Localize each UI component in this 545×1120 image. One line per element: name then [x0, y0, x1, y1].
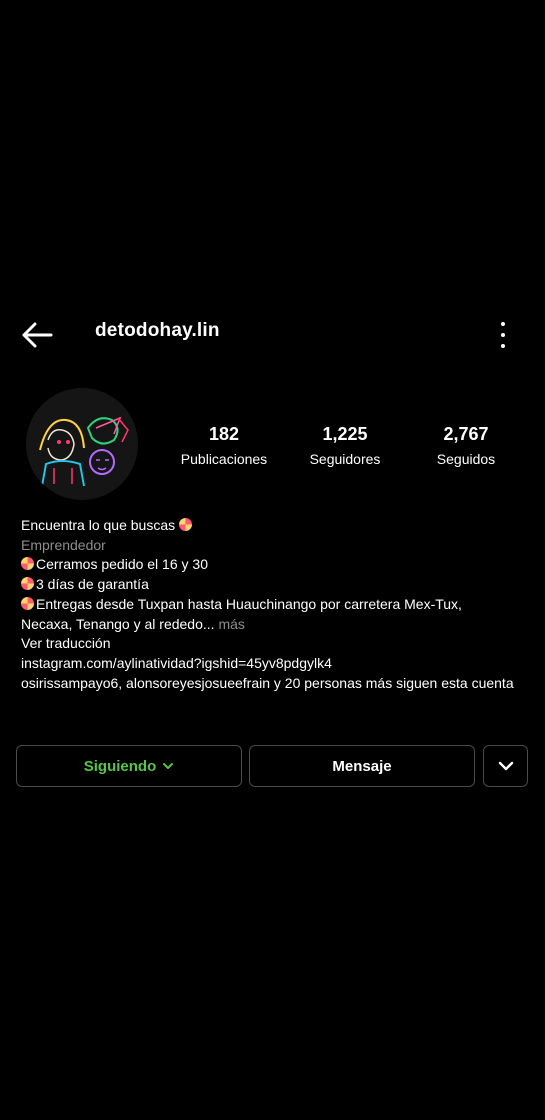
bio-line-2-text: 3 días de garantía	[36, 576, 149, 593]
bio-line-4: Necaxa, Tenango y al rededo... más	[21, 615, 531, 635]
profile-bio: Encuentra lo que buscas Emprendedor Cerr…	[21, 516, 531, 693]
profile-header: detodohay.lin	[0, 312, 545, 356]
bio-name-text: Encuentra lo que buscas	[21, 517, 176, 533]
bio-line-3: Entregas desde Tuxpan hasta Huauchinango…	[21, 595, 531, 615]
following-button-label: Siguiendo	[83, 757, 157, 775]
bio-line-2: 3 días de garantía	[21, 575, 531, 595]
profile-stats: 182 Publicaciones 1,225 Seguidores 2,767…	[160, 424, 540, 474]
back-arrow-icon[interactable]	[20, 320, 54, 350]
stat-posts-count: 182	[208, 424, 240, 444]
lollipop-icon	[21, 596, 34, 610]
stat-following-count: 2,767	[443, 424, 489, 444]
bio-line-3-text: Entregas desde Tuxpan hasta Huauchinango…	[36, 595, 462, 612]
profile-avatar[interactable]	[26, 388, 138, 500]
lollipop-icon	[21, 557, 34, 571]
following-button[interactable]: Siguiendo	[16, 745, 242, 787]
stat-followers[interactable]: 1,225 Seguidores	[282, 424, 408, 467]
bio-more-link[interactable]: más	[218, 616, 244, 632]
chevron-down-icon	[163, 763, 174, 769]
stat-posts[interactable]: 182 Publicaciones	[160, 424, 288, 467]
lollipop-icon	[21, 577, 34, 591]
stat-following-label: Seguidos	[436, 451, 496, 467]
stat-following[interactable]: 2,767 Seguidos	[410, 424, 522, 467]
see-translation-link[interactable]: Ver traducción	[21, 634, 531, 654]
stat-posts-label: Publicaciones	[180, 451, 268, 467]
profile-username: detodohay.lin	[95, 320, 220, 341]
chevron-down-icon	[498, 761, 513, 771]
more-options-icon[interactable]	[491, 322, 515, 348]
bio-name-line: Encuentra lo que buscas	[21, 516, 531, 536]
bio-website-link[interactable]: instagram.com/aylinatividad?igshid=45yv8…	[21, 654, 531, 674]
avatar-illustration	[26, 388, 138, 500]
stat-followers-count: 1,225	[322, 424, 368, 444]
bio-line-1-text: Cerramos pedido el 16 y 30	[36, 556, 208, 573]
bio-line-1: Cerramos pedido el 16 y 30	[21, 555, 531, 575]
bio-category: Emprendedor	[21, 536, 106, 553]
stat-followers-label: Seguidores	[309, 451, 381, 467]
followed-by-text[interactable]: osirissampayo6, alonsoreyesjosueefrain y…	[21, 674, 531, 694]
suggested-accounts-button[interactable]	[483, 745, 528, 787]
message-button-label: Mensaje	[332, 757, 392, 775]
message-button[interactable]: Mensaje	[249, 745, 475, 787]
lollipop-icon	[179, 518, 192, 531]
bio-line-4-text: Necaxa, Tenango y al rededo...	[21, 615, 215, 632]
